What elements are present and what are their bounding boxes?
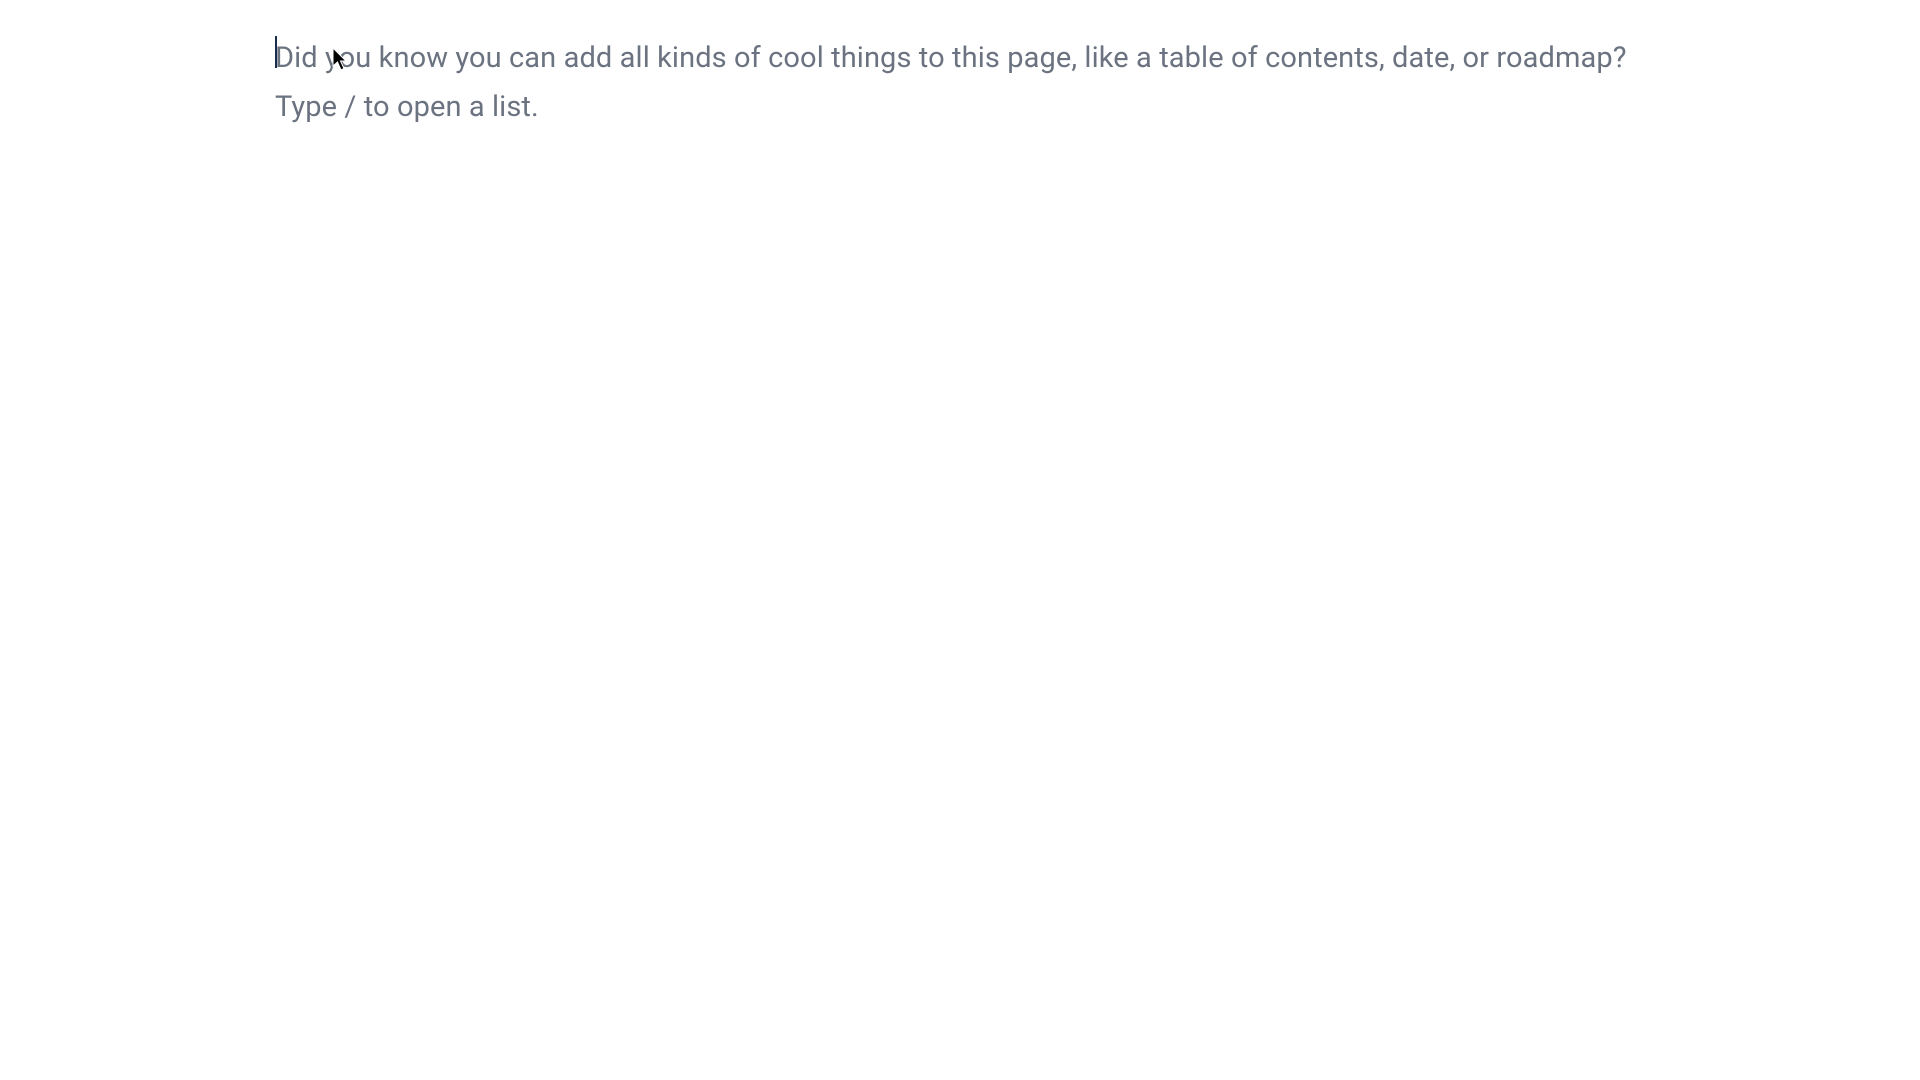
page-editor[interactable]: Did you know you can add all kinds of co… [275,34,1675,834]
editor-placeholder-text: Did you know you can add all kinds of co… [275,34,1675,131]
